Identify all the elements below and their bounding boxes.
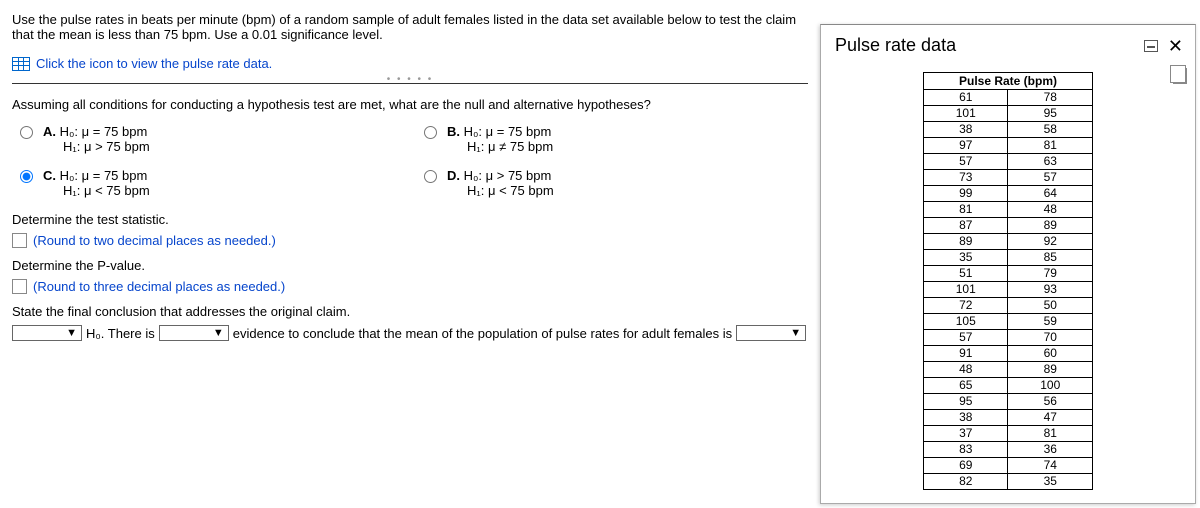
table-row: 8992 xyxy=(924,234,1093,250)
table-row: 9160 xyxy=(924,346,1093,362)
table-row: 6178 xyxy=(924,90,1093,106)
radio-c[interactable] xyxy=(20,170,33,183)
table-row: 5763 xyxy=(924,154,1093,170)
table-header: Pulse Rate (bpm) xyxy=(924,73,1093,90)
p-value-hint: (Round to three decimal places as needed… xyxy=(33,279,285,294)
table-row: 4889 xyxy=(924,362,1093,378)
radio-a[interactable] xyxy=(20,126,33,139)
radio-d[interactable] xyxy=(424,170,437,183)
table-row: 3847 xyxy=(924,410,1093,426)
table-icon xyxy=(12,57,30,71)
section-divider: • • • • • xyxy=(12,74,808,85)
conclusion-text-1: H₀. There is xyxy=(86,326,155,341)
pulse-rate-table: Pulse Rate (bpm) 61781019538589781576373… xyxy=(923,72,1093,490)
table-row: 8235 xyxy=(924,474,1093,490)
table-row: 8336 xyxy=(924,442,1093,458)
pulse-rate-modal: Pulse rate data ✕ Pulse Rate (bpm) 61781… xyxy=(820,24,1196,504)
radio-b[interactable] xyxy=(424,126,437,139)
problem-instruction: Use the pulse rates in beats per minute … xyxy=(12,8,808,52)
table-row: 3858 xyxy=(924,122,1093,138)
hypothesis-question: Assuming all conditions for conducting a… xyxy=(12,91,808,124)
table-row: 10195 xyxy=(924,106,1093,122)
test-statistic-input[interactable] xyxy=(12,233,27,248)
table-row: 6974 xyxy=(924,458,1093,474)
choice-d[interactable]: D. H₀: μ > 75 bpm H₁: μ < 75 bpm xyxy=(424,168,808,198)
table-row: 9556 xyxy=(924,394,1093,410)
conclusion-dropdown-3[interactable]: ▼ xyxy=(736,325,806,341)
table-row: 8148 xyxy=(924,202,1093,218)
choice-b[interactable]: B. H₀: μ = 75 bpm H₁: μ ≠ 75 bpm xyxy=(424,124,808,154)
table-row: 9964 xyxy=(924,186,1093,202)
test-statistic-hint: (Round to two decimal places as needed.) xyxy=(33,233,276,248)
conclusion-dropdown-2[interactable]: ▼ xyxy=(159,325,229,341)
close-icon[interactable]: ✕ xyxy=(1168,39,1183,53)
modal-title: Pulse rate data xyxy=(835,35,956,56)
table-row: 9781 xyxy=(924,138,1093,154)
copy-icon[interactable] xyxy=(1173,68,1187,84)
table-row: 5179 xyxy=(924,266,1093,282)
choice-c[interactable]: C. H₀: μ = 75 bpm H₁: μ < 75 bpm xyxy=(20,168,404,198)
table-row: 10193 xyxy=(924,282,1093,298)
table-row: 10559 xyxy=(924,314,1093,330)
chevron-down-icon: ▼ xyxy=(790,327,801,339)
p-value-input[interactable] xyxy=(12,279,27,294)
table-row: 5770 xyxy=(924,330,1093,346)
p-value-prompt: Determine the P-value. xyxy=(12,258,808,273)
table-row: 7357 xyxy=(924,170,1093,186)
chevron-down-icon: ▼ xyxy=(66,327,77,339)
table-row: 65100 xyxy=(924,378,1093,394)
test-statistic-prompt: Determine the test statistic. xyxy=(12,212,808,227)
conclusion-dropdown-1[interactable]: ▼ xyxy=(12,325,82,341)
table-row: 3781 xyxy=(924,426,1093,442)
choice-a[interactable]: A. H₀: μ = 75 bpm H₁: μ > 75 bpm xyxy=(20,124,404,154)
table-row: 8789 xyxy=(924,218,1093,234)
conclusion-text-2: evidence to conclude that the mean of th… xyxy=(233,326,732,341)
table-row: 3585 xyxy=(924,250,1093,266)
table-row: 7250 xyxy=(924,298,1093,314)
conclusion-prompt: State the final conclusion that addresse… xyxy=(12,304,808,319)
minimize-icon[interactable] xyxy=(1144,40,1158,52)
view-data-label: Click the icon to view the pulse rate da… xyxy=(36,56,272,71)
chevron-down-icon: ▼ xyxy=(213,327,224,339)
